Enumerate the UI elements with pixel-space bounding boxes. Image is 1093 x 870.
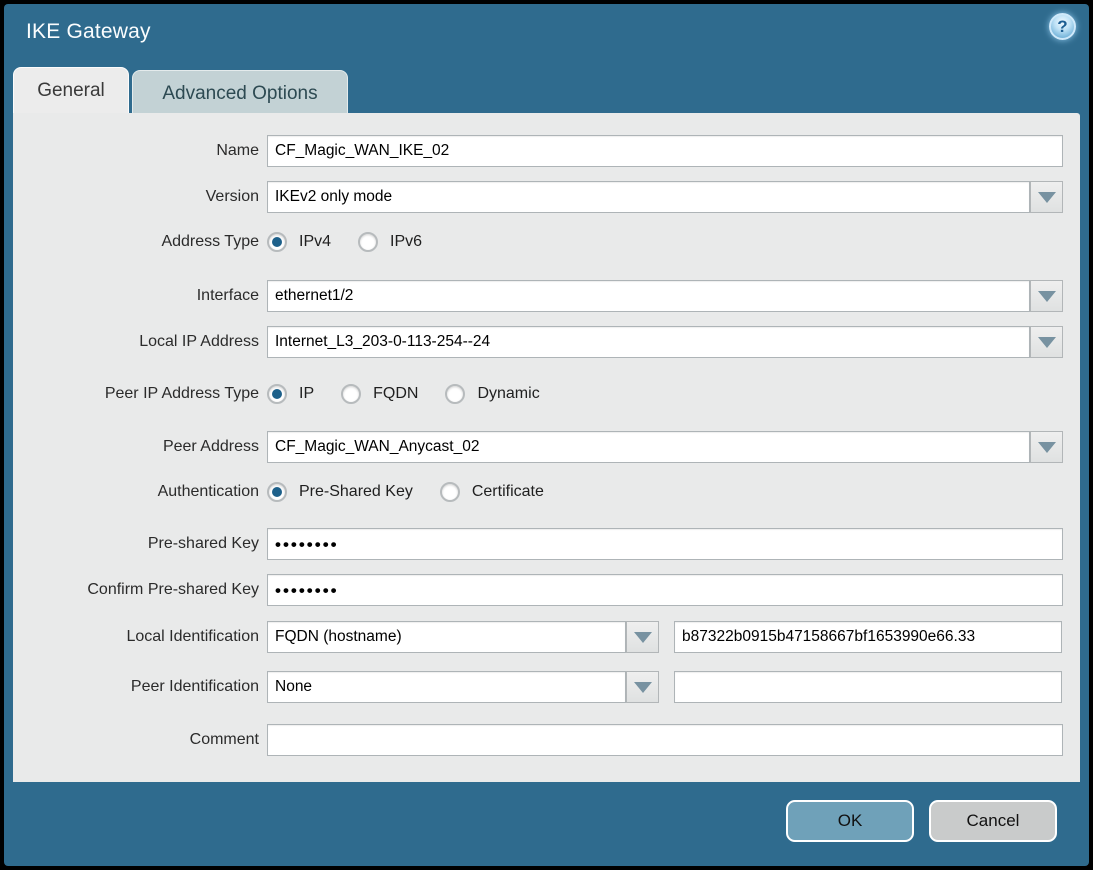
radio-pre-shared-key[interactable] [267, 482, 287, 502]
radio-ip[interactable] [267, 384, 287, 404]
peer-identification-dropdown-button[interactable] [626, 671, 659, 703]
local-identification-dropdown-button[interactable] [626, 621, 659, 653]
radio-option-ipv4[interactable]: IPv4 [267, 232, 331, 252]
radio-dynamic[interactable] [445, 384, 465, 404]
interface-select[interactable] [267, 280, 1063, 312]
peer-identification-type-select[interactable] [267, 671, 659, 703]
local-ip-address-select[interactable] [267, 326, 1063, 358]
dialog-footer: OK Cancel [4, 782, 1089, 866]
radio-certificate-label: Certificate [472, 483, 544, 501]
peer-address-label: Peer Address [13, 438, 259, 456]
name-label: Name [13, 142, 259, 160]
radio-fqdn-label: FQDN [373, 385, 418, 403]
dialog-title: IKE Gateway [26, 20, 151, 44]
interface-select-value[interactable] [267, 280, 1030, 312]
tab-general-label: General [37, 80, 105, 102]
authentication-row: Authentication Pre-Shared Key Certificat… [13, 478, 1063, 506]
screen: IKE Gateway ? Advanced Options General N… [0, 0, 1093, 870]
local-identification-value-input[interactable] [674, 621, 1062, 653]
radio-dynamic-label: Dynamic [477, 385, 539, 403]
comment-input[interactable] [267, 724, 1063, 756]
peer-ip-address-type-row: Peer IP Address Type IP FQDN Dynamic [13, 380, 1063, 408]
radio-pre-shared-key-label: Pre-Shared Key [299, 483, 413, 501]
radio-option-certificate[interactable]: Certificate [440, 482, 544, 502]
local-identification-type-value[interactable] [267, 621, 626, 653]
pre-shared-key-input[interactable] [267, 528, 1063, 560]
peer-identification-label: Peer Identification [13, 678, 259, 696]
chevron-down-icon [634, 632, 652, 643]
address-type-row: Address Type IPv4 IPv6 [13, 228, 1063, 256]
tab-advanced-options[interactable]: Advanced Options [132, 70, 348, 116]
chevron-down-icon [1038, 442, 1056, 453]
confirm-pre-shared-key-input[interactable] [267, 574, 1063, 606]
pre-shared-key-row: Pre-shared Key [13, 528, 1063, 560]
cancel-button[interactable]: Cancel [929, 800, 1057, 842]
peer-ip-address-type-label: Peer IP Address Type [13, 385, 259, 403]
version-row: Version [13, 181, 1063, 213]
peer-identification-type-value[interactable] [267, 671, 626, 703]
peer-address-select[interactable] [267, 431, 1063, 463]
comment-row: Comment [13, 724, 1063, 756]
pre-shared-key-label: Pre-shared Key [13, 535, 259, 553]
radio-ip-label: IP [299, 385, 314, 403]
radio-option-pre-shared-key[interactable]: Pre-Shared Key [267, 482, 413, 502]
chevron-down-icon [1038, 291, 1056, 302]
radio-ipv4-label: IPv4 [299, 233, 331, 251]
tab-general[interactable]: General [13, 67, 129, 113]
chevron-down-icon [1038, 192, 1056, 203]
local-ip-address-label: Local IP Address [13, 333, 259, 351]
peer-identification-row: Peer Identification [13, 671, 1063, 703]
radio-option-ip[interactable]: IP [267, 384, 314, 404]
name-input[interactable] [267, 135, 1063, 167]
name-row: Name [13, 135, 1063, 167]
local-identification-type-select[interactable] [267, 621, 659, 653]
chevron-down-icon [1038, 337, 1056, 348]
interface-row: Interface [13, 280, 1063, 312]
local-ip-address-row: Local IP Address [13, 326, 1063, 358]
peer-address-row: Peer Address [13, 431, 1063, 463]
confirm-pre-shared-key-label: Confirm Pre-shared Key [13, 581, 259, 599]
version-dropdown-button[interactable] [1030, 181, 1063, 213]
address-type-label: Address Type [13, 233, 259, 251]
peer-identification-value-input[interactable] [674, 671, 1062, 703]
local-identification-row: Local Identification [13, 621, 1063, 653]
address-type-radio-group: IPv4 IPv6 [267, 228, 1063, 256]
radio-certificate[interactable] [440, 482, 460, 502]
version-label: Version [13, 188, 259, 206]
ok-button[interactable]: OK [786, 800, 914, 842]
confirm-pre-shared-key-row: Confirm Pre-shared Key [13, 574, 1063, 606]
peer-address-dropdown-button[interactable] [1030, 431, 1063, 463]
local-ip-address-select-value[interactable] [267, 326, 1030, 358]
radio-ipv6-label: IPv6 [390, 233, 422, 251]
help-icon[interactable]: ? [1049, 13, 1076, 40]
peer-address-select-value[interactable] [267, 431, 1030, 463]
dialog-titlebar: IKE Gateway ? [4, 4, 1089, 64]
radio-ipv6[interactable] [358, 232, 378, 252]
authentication-radio-group: Pre-Shared Key Certificate [267, 478, 1063, 506]
version-select-value[interactable] [267, 181, 1030, 213]
local-ip-dropdown-button[interactable] [1030, 326, 1063, 358]
tab-advanced-options-label: Advanced Options [162, 83, 317, 105]
radio-option-fqdn[interactable]: FQDN [341, 384, 418, 404]
comment-label: Comment [13, 731, 259, 749]
radio-option-dynamic[interactable]: Dynamic [445, 384, 539, 404]
chevron-down-icon [634, 682, 652, 693]
radio-option-ipv6[interactable]: IPv6 [358, 232, 422, 252]
radio-fqdn[interactable] [341, 384, 361, 404]
interface-label: Interface [13, 287, 259, 305]
ike-gateway-dialog: IKE Gateway ? Advanced Options General N… [4, 4, 1089, 866]
local-identification-label: Local Identification [13, 628, 259, 646]
peer-ip-address-type-radio-group: IP FQDN Dynamic [267, 380, 1063, 408]
version-select[interactable] [267, 181, 1063, 213]
authentication-label: Authentication [13, 483, 259, 501]
interface-dropdown-button[interactable] [1030, 280, 1063, 312]
general-tab-panel: Name Version Address Type [13, 113, 1080, 782]
radio-ipv4[interactable] [267, 232, 287, 252]
